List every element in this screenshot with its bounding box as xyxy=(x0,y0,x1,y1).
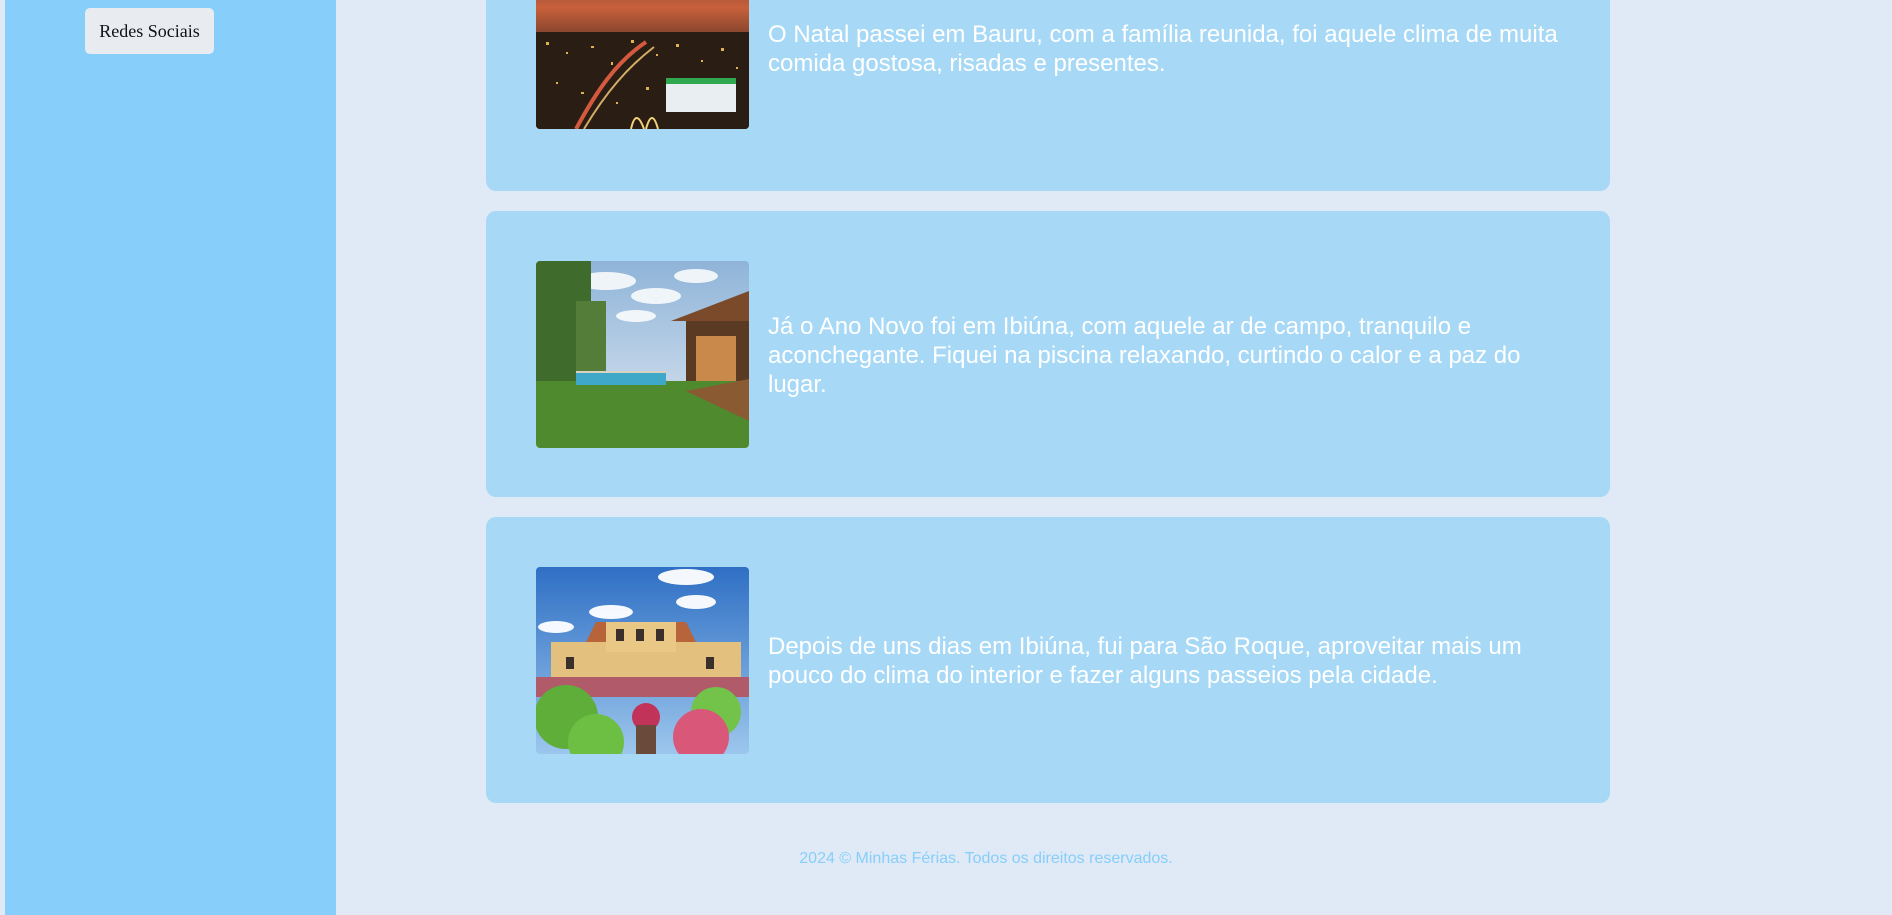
post-card-ibiuna: Já o Ano Novo foi em Ibiúna, com aquele … xyxy=(486,211,1610,497)
main-content: O Natal passei em Bauru, com a família r… xyxy=(336,0,1892,915)
post-text: Depois de uns dias em Ibiúna, fui para S… xyxy=(768,633,1522,689)
social-media-button[interactable]: Redes Sociais xyxy=(85,8,214,54)
bauru-photo xyxy=(536,0,749,129)
post-card-bauru: O Natal passei em Bauru, com a família r… xyxy=(486,0,1610,191)
footer-copyright: 2024 © Minhas Férias. Todos os direitos … xyxy=(799,850,1173,867)
post-text: O Natal passei em Bauru, com a família r… xyxy=(768,21,1558,77)
post-text: Já o Ano Novo foi em Ibiúna, com aquele … xyxy=(768,313,1521,398)
post-card-sao-roque: Depois de uns dias em Ibiúna, fui para S… xyxy=(486,517,1610,803)
ibiuna-photo xyxy=(536,261,749,448)
sao-roque-photo xyxy=(536,567,749,754)
sidebar: Redes Sociais xyxy=(5,0,336,915)
footer: 2024 © Minhas Férias. Todos os direitos … xyxy=(336,850,1636,868)
page: Redes Sociais O Natal passei em Bauru, c… xyxy=(0,0,1892,915)
